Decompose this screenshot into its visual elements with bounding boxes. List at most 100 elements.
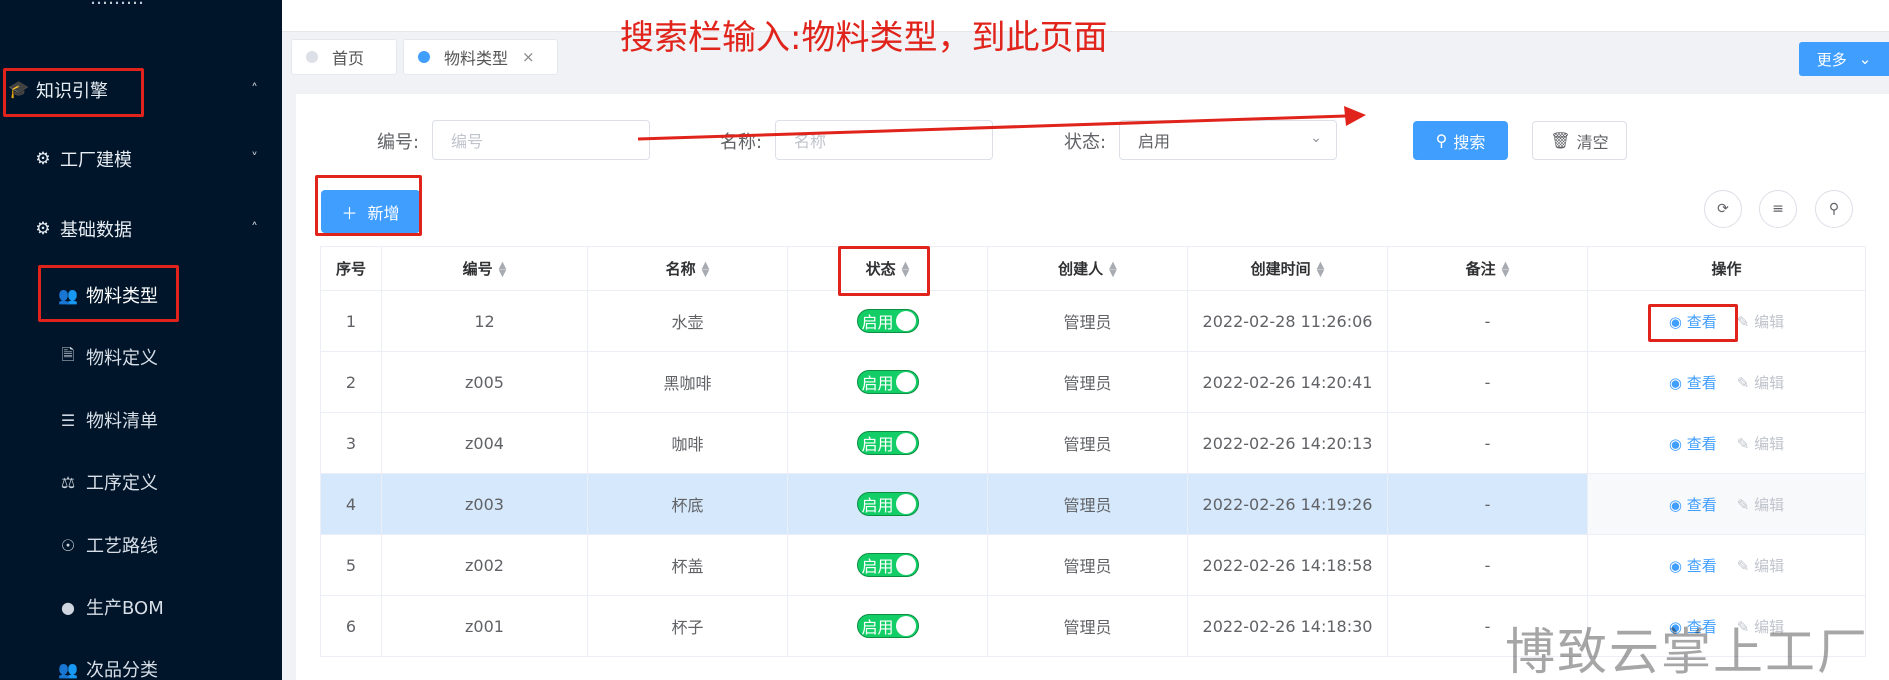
users-icon: 👥 <box>58 659 78 679</box>
cell-status: 启用 <box>787 534 988 596</box>
status-select[interactable]: 启用 ⌄ <box>1119 120 1337 160</box>
switch-knob <box>895 616 916 636</box>
column-header-remark[interactable]: 备注 ▲ ▼ <box>1387 246 1588 291</box>
sidebar-item-process-route[interactable]: ☉ 工艺路线 <box>56 523 158 567</box>
cell-created-time: 2022-02-26 14:18:58 <box>1187 534 1388 596</box>
process-icon: ⚖ <box>60 472 76 492</box>
search-button[interactable]: ⚲ 搜索 <box>1413 121 1508 160</box>
pencil-icon: ✎ <box>1736 434 1755 453</box>
status-switch[interactable]: 启用 <box>856 492 919 516</box>
columns-settings-button[interactable]: ≡ <box>1759 190 1797 228</box>
name-input[interactable]: 名称 <box>775 120 993 160</box>
sidebar-item-process-definition[interactable]: ⚖ 工序定义 <box>56 460 158 504</box>
column-header-code[interactable]: 编号 ▲ ▼ <box>381 246 588 291</box>
annotation-box-status-header <box>838 246 930 296</box>
cell-remark: - <box>1387 534 1588 596</box>
cell-creator: 管理员 <box>987 412 1188 474</box>
sidebar-item-material-definition[interactable]: 🗎 物料定义 <box>56 335 158 379</box>
status-switch[interactable]: 启用 <box>856 370 919 394</box>
switch-knob <box>895 372 916 392</box>
cell-created-time: 2022-02-28 11:26:06 <box>1187 290 1388 352</box>
table-row[interactable]: 5 z002 杯盖 启用 管理员 2022-02-26 14:18:58- ◉ 查看 ✎ 编辑 <box>320 534 1866 596</box>
switch-knob <box>895 555 916 575</box>
table-row[interactable]: 2 z005 黑咖啡 启用 管理员 2022-02-26 14:20:41- ◉ 查看 ✎ 编… <box>320 351 1866 413</box>
gear-icon: ⚙ <box>35 219 51 239</box>
table-row[interactable]: 1 12 水壶 启用 管理员 2022-02-28 11:26:06- ◉ 查看 ✎ 编辑 <box>320 290 1866 352</box>
status-switch-label: 启用 <box>861 496 894 515</box>
sort-icon[interactable]: ▲ ▼ <box>702 260 710 278</box>
view-link[interactable]: ◉ 查看 <box>1669 557 1717 575</box>
sort-icon[interactable]: ▲ ▼ <box>1109 260 1117 278</box>
edit-link[interactable]: ✎ 编辑 <box>1737 557 1784 575</box>
cell-code: z003 <box>381 473 588 535</box>
cell-status: 启用 <box>787 595 988 657</box>
menu-group-basic-data[interactable]: ⚙ 基础数据 ˄ <box>0 204 282 254</box>
cell-name: 咖啡 <box>587 412 788 474</box>
list-icon: ☰ <box>60 410 76 430</box>
material-type-table: 序号 编号 ▲ ▼ 名称 ▲ ▼ 状态 ▲ ▼ 创建人 ▲ ▼ 创建时间 ▲ ▼ 备注 ▲ ▼ 操作 1… <box>320 246 1866 657</box>
status-switch[interactable]: 启用 <box>856 614 919 638</box>
cell-code: z005 <box>381 351 588 413</box>
cell-creator: 管理员 <box>987 473 1188 535</box>
edit-link[interactable]: ✎ 编辑 <box>1737 374 1784 392</box>
cell-status: 启用 <box>787 351 988 413</box>
menu-group-label: 工厂建模 <box>60 150 132 171</box>
eye-icon: ◉ <box>1668 556 1687 575</box>
view-link[interactable]: ◉ 查看 <box>1669 374 1717 392</box>
document-icon: 🗎 <box>61 344 75 364</box>
edit-link[interactable]: ✎ 编辑 <box>1737 313 1784 331</box>
view-link[interactable]: ◉ 查看 <box>1669 496 1717 514</box>
edit-link-label: 编辑 <box>1754 495 1785 514</box>
code-input[interactable]: 编号 <box>432 120 650 160</box>
search-icon: ⚲ <box>1435 131 1448 150</box>
cell-code: 12 <box>381 290 588 352</box>
sort-icon[interactable]: ▲ ▼ <box>499 260 507 278</box>
cell-created-time: 2022-02-26 14:19:26 <box>1187 473 1388 535</box>
table-row[interactable]: 4 z003 杯底 启用 管理员 2022-02-26 14:19:26- ◉ 查看 ✎ 编辑 <box>320 473 1866 535</box>
refresh-button[interactable]: ⟳ <box>1704 190 1742 228</box>
sidebar-item-label: 物料定义 <box>86 348 158 369</box>
status-switch[interactable]: 启用 <box>856 309 919 333</box>
cell-index: 4 <box>320 473 382 535</box>
menu-group-factory-modeling[interactable]: ⚙ 工厂建模 ˅ <box>0 134 282 184</box>
column-header-name[interactable]: 名称 ▲ ▼ <box>587 246 788 291</box>
eye-icon: ◉ <box>1668 434 1687 453</box>
status-switch[interactable]: 启用 <box>856 431 919 455</box>
cell-remark: - <box>1387 290 1588 352</box>
clear-button-label: 清空 <box>1576 132 1609 152</box>
tab-material-type[interactable]: 物料类型 × <box>403 39 558 75</box>
edit-link[interactable]: ✎ 编辑 <box>1737 435 1784 453</box>
sliders-icon: ≡ <box>1772 201 1784 217</box>
sidebar-item-defect-category[interactable]: 👥 次品分类 <box>56 647 158 680</box>
cell-name: 杯子 <box>587 595 788 657</box>
cell-status: 启用 <box>787 473 988 535</box>
sidebar-item-production-bom[interactable]: ● 生产BOM <box>56 585 164 629</box>
status-switch[interactable]: 启用 <box>856 553 919 577</box>
cell-index: 3 <box>320 412 382 474</box>
close-icon[interactable]: × <box>522 48 535 66</box>
more-button[interactable]: 更多 ⌄ <box>1799 42 1889 76</box>
cell-status: 启用 <box>787 290 988 352</box>
cell-created-time: 2022-02-26 14:20:13 <box>1187 412 1388 474</box>
table-header-row: 序号 编号 ▲ ▼ 名称 ▲ ▼ 状态 ▲ ▼ 创建人 ▲ ▼ 创建时间 ▲ ▼ 备注 ▲ ▼ 操作 <box>320 246 1866 291</box>
chevron-up-icon: ˄ <box>251 82 258 98</box>
chevron-down-icon: ˅ <box>251 151 258 167</box>
gear-icon: ⚙ <box>35 149 51 169</box>
sidebar-item-material-list[interactable]: ☰ 物料清单 <box>56 398 158 442</box>
sort-icon[interactable]: ▲ ▼ <box>1502 260 1510 278</box>
name-filter-label: 名称: <box>720 132 763 153</box>
status-filter-label: 状态: <box>1064 132 1107 153</box>
sort-icon[interactable]: ▲ ▼ <box>1317 260 1325 278</box>
column-header-creator[interactable]: 创建人 ▲ ▼ <box>987 246 1188 291</box>
view-link[interactable]: ◉ 查看 <box>1669 435 1717 453</box>
eye-icon: ◉ <box>1668 373 1687 392</box>
sidebar-item-label: 工艺路线 <box>86 536 158 557</box>
cell-created-time: 2022-02-26 14:18:30 <box>1187 595 1388 657</box>
clear-button[interactable]: 🗑 清空 <box>1532 121 1627 160</box>
toggle-search-button[interactable]: ⚲ <box>1815 190 1853 228</box>
table-row[interactable]: 3 z004 咖啡 启用 管理员 2022-02-26 14:20:13- ◉ 查看 ✎ 编辑 <box>320 412 1866 474</box>
column-header-created-time[interactable]: 创建时间 ▲ ▼ <box>1187 246 1388 291</box>
annotation-box-view-action <box>1648 304 1738 342</box>
tab-home[interactable]: 首页 <box>291 39 397 75</box>
edit-link[interactable]: ✎ 编辑 <box>1737 496 1784 514</box>
